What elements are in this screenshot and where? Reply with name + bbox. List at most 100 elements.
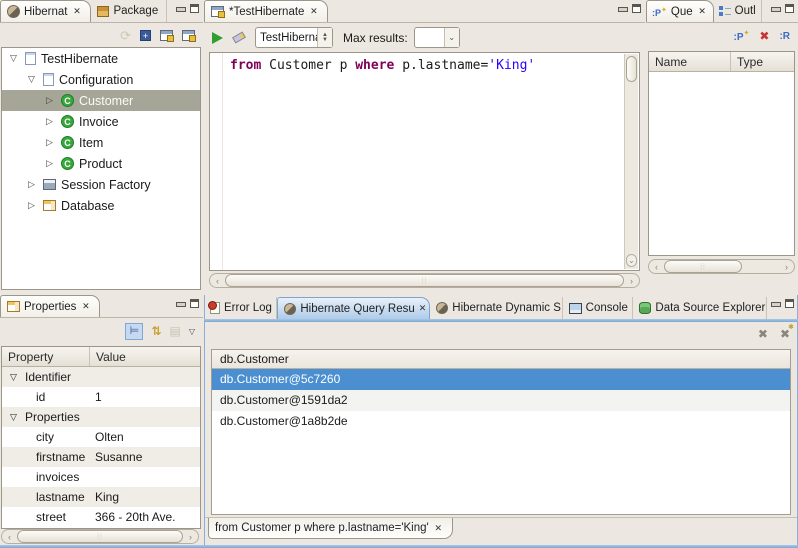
result-row[interactable]: db.Customer@5c7260 bbox=[212, 369, 790, 390]
remove-parameter-icon[interactable] bbox=[759, 29, 769, 43]
tab-testhibernate-editor[interactable]: *TestHibernate bbox=[204, 0, 328, 22]
property-row-firstname[interactable]: firstname Susanne bbox=[2, 447, 200, 467]
add-parameter-icon[interactable] bbox=[734, 29, 750, 42]
expand-arrow-icon[interactable]: ▽ bbox=[7, 372, 20, 383]
expand-arrow-icon[interactable] bbox=[43, 116, 56, 127]
tab-hibernate-configurations[interactable]: Hibernat bbox=[0, 0, 91, 22]
close-all-query-pages-icon[interactable] bbox=[780, 327, 790, 341]
keyword-token: from bbox=[230, 58, 261, 73]
toggle-parameters-icon[interactable] bbox=[779, 31, 790, 42]
property-row-lastname[interactable]: lastname King bbox=[2, 487, 200, 507]
property-row-identifier[interactable]: ▽Identifier bbox=[2, 367, 200, 387]
tab-hibernate-query-results[interactable]: Hibernate Query Resu bbox=[277, 297, 430, 319]
column-header-property[interactable]: Property bbox=[2, 347, 90, 366]
editor-vertical-scrollbar[interactable] bbox=[624, 54, 638, 269]
results-page-tab-bar: from Customer p where p.lastname='King' bbox=[205, 517, 797, 542]
scrollbar-thumb[interactable] bbox=[664, 260, 742, 273]
tree-item-item[interactable]: Item bbox=[2, 132, 200, 153]
tab-error-log[interactable]: Error Log bbox=[204, 297, 277, 319]
scroll-left-icon[interactable] bbox=[2, 532, 17, 542]
close-query-page-icon[interactable] bbox=[758, 327, 768, 341]
close-icon[interactable] bbox=[697, 6, 708, 17]
close-icon[interactable] bbox=[80, 301, 91, 312]
open-criteria-editor-icon[interactable] bbox=[182, 30, 195, 41]
column-header-name[interactable]: Name bbox=[649, 52, 731, 71]
scroll-left-icon[interactable] bbox=[210, 276, 225, 286]
parameters-horizontal-scrollbar[interactable] bbox=[648, 259, 795, 274]
result-row[interactable]: db.Customer@1a8b2de bbox=[212, 411, 790, 432]
maximize-icon[interactable] bbox=[190, 299, 199, 308]
minimize-icon[interactable] bbox=[771, 299, 780, 308]
tree-item-customer[interactable]: Customer bbox=[2, 90, 200, 111]
open-hql-editor-icon[interactable] bbox=[160, 30, 173, 41]
property-row-city[interactable]: city Olten bbox=[2, 427, 200, 447]
minimize-icon[interactable] bbox=[176, 299, 185, 308]
tab-properties[interactable]: Properties bbox=[0, 295, 100, 317]
expand-arrow-icon[interactable]: ▽ bbox=[7, 412, 20, 423]
expand-arrow-icon[interactable] bbox=[25, 200, 38, 211]
configuration-combo[interactable]: TestHiberna ▲▼ bbox=[255, 27, 333, 48]
maximize-icon[interactable] bbox=[785, 299, 794, 308]
tab-hibernate-dynamic-sql[interactable]: Hibernate Dynamic S bbox=[430, 297, 562, 319]
editor-text-area[interactable]: from Customer p where p.lastname='King' bbox=[209, 52, 640, 271]
results-column-header[interactable]: db.Customer bbox=[212, 350, 790, 369]
scrollbar-thumb[interactable] bbox=[17, 530, 183, 543]
tree-item-label: TestHibernate bbox=[41, 52, 118, 66]
minimize-icon[interactable] bbox=[618, 4, 627, 13]
maximize-icon[interactable] bbox=[632, 4, 641, 13]
tree-item-testhibernate[interactable]: TestHibernate bbox=[2, 48, 200, 69]
tree-item-session-factory[interactable]: Session Factory bbox=[2, 174, 200, 195]
close-icon[interactable] bbox=[419, 303, 427, 314]
view-menu-icon[interactable] bbox=[189, 327, 195, 336]
hql-query-line[interactable]: from Customer p where p.lastname='King' bbox=[230, 58, 535, 73]
max-results-combo[interactable]: ⌄ bbox=[414, 27, 460, 48]
expand-arrow-icon[interactable] bbox=[43, 137, 56, 148]
property-row-id[interactable]: id 1 bbox=[2, 387, 200, 407]
scrollbar-thumb[interactable] bbox=[225, 274, 624, 287]
scroll-down-icon[interactable] bbox=[626, 254, 637, 267]
editor-horizontal-scrollbar[interactable] bbox=[209, 273, 640, 288]
chevron-down-icon[interactable]: ⌄ bbox=[444, 28, 459, 47]
tree-item-configuration[interactable]: Configuration bbox=[2, 69, 200, 90]
maximize-icon[interactable] bbox=[190, 4, 199, 13]
property-row-street[interactable]: street 366 - 20th Ave. bbox=[2, 507, 200, 527]
property-row-properties[interactable]: ▽Properties bbox=[2, 407, 200, 427]
properties-horizontal-scrollbar[interactable] bbox=[1, 529, 199, 544]
result-row[interactable]: db.Customer@1591da2 bbox=[212, 390, 790, 411]
tab-query-parameters[interactable]: Que bbox=[646, 0, 714, 22]
scroll-left-icon[interactable] bbox=[649, 262, 664, 272]
sort-properties-icon[interactable] bbox=[151, 324, 161, 338]
minimize-icon[interactable] bbox=[771, 4, 780, 13]
tree-item-database[interactable]: Database bbox=[2, 195, 200, 216]
tab-outline[interactable]: Outl bbox=[714, 0, 762, 22]
expand-arrow-icon[interactable] bbox=[43, 95, 56, 106]
close-icon[interactable] bbox=[433, 523, 444, 534]
results-tab-bar: Error Log Hibernate Query Resu Hibernate… bbox=[204, 295, 798, 319]
scroll-right-icon[interactable] bbox=[779, 262, 794, 272]
column-header-type[interactable]: Type bbox=[731, 52, 794, 71]
property-row-invoices[interactable]: invoices bbox=[2, 467, 200, 487]
close-icon[interactable] bbox=[308, 6, 319, 17]
tab-data-source-explorer[interactable]: Data Source Explorer bbox=[633, 297, 767, 319]
result-page-tab[interactable]: from Customer p where p.lastname='King' bbox=[208, 518, 453, 539]
expand-arrow-icon[interactable] bbox=[25, 179, 38, 190]
clear-editor-icon[interactable] bbox=[232, 31, 246, 43]
spinner-icon[interactable]: ▲▼ bbox=[317, 28, 332, 47]
close-icon[interactable] bbox=[71, 6, 82, 17]
expand-arrow-icon[interactable] bbox=[43, 158, 56, 169]
tree-item-product[interactable]: Product bbox=[2, 153, 200, 174]
minimize-icon[interactable] bbox=[176, 4, 185, 13]
tree-item-invoice[interactable]: Invoice bbox=[2, 111, 200, 132]
scrollbar-thumb[interactable] bbox=[626, 56, 637, 82]
expand-arrow-icon[interactable] bbox=[25, 74, 38, 85]
scroll-right-icon[interactable] bbox=[624, 276, 639, 286]
run-query-icon[interactable] bbox=[212, 32, 223, 44]
expand-arrow-icon[interactable] bbox=[7, 53, 20, 64]
scroll-right-icon[interactable] bbox=[183, 532, 198, 542]
tab-package-explorer[interactable]: Package bbox=[91, 0, 167, 22]
column-header-value[interactable]: Value bbox=[90, 347, 200, 366]
show-categories-icon[interactable] bbox=[125, 323, 143, 340]
maximize-icon[interactable] bbox=[785, 4, 794, 13]
tab-console[interactable]: Console bbox=[563, 297, 634, 319]
collapse-all-icon[interactable] bbox=[140, 30, 151, 41]
